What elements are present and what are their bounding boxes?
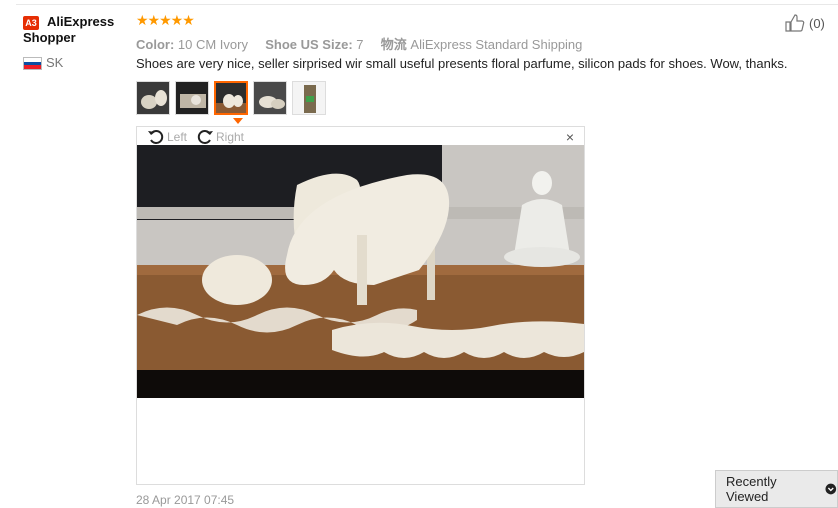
rotate-right-label: Right	[216, 130, 245, 144]
order-details: Color: 10 CM Ivory Shoe US Size: 7 物流 Al…	[136, 34, 582, 53]
star-rating: ★★★★★	[136, 12, 195, 28]
slovakia-flag-icon	[23, 57, 42, 70]
photo-thumbnails	[136, 81, 326, 115]
size-label: Shoe US Size:	[265, 37, 353, 52]
thumbnail-3-selected[interactable]	[214, 81, 248, 115]
recently-viewed-label: Recently Viewed	[726, 474, 777, 504]
thumbnail-5[interactable]	[292, 81, 326, 115]
chevron-down-icon	[825, 483, 837, 495]
recently-viewed-button[interactable]: Recently Viewed	[715, 470, 838, 508]
shipping-value: AliExpress Standard Shipping	[410, 37, 583, 52]
review-date: 28 Apr 2017 07:45	[136, 493, 235, 507]
rotate-left-button[interactable]: Left	[147, 129, 187, 145]
top-divider	[16, 4, 838, 5]
country-code: SK	[46, 55, 64, 70]
color-value: 10 CM Ivory	[177, 37, 248, 52]
color-label: Color:	[136, 37, 175, 52]
selected-thumbnail-caret	[233, 118, 243, 124]
rotate-left-icon	[148, 130, 164, 144]
reviewer-name: AliExpress Shopper	[23, 14, 115, 45]
review-photo	[137, 145, 584, 398]
review-text: Shoes are very nice, seller sirprised wi…	[136, 56, 788, 71]
rotate-left-label: Left	[167, 130, 188, 144]
like-count: (0)	[809, 15, 825, 31]
thumbnail-4[interactable]	[253, 81, 287, 115]
thumbnail-1[interactable]	[136, 81, 170, 115]
size-value: 7	[356, 37, 364, 52]
photo-viewer: Left Right ×	[136, 126, 585, 485]
thumbnail-2[interactable]	[175, 81, 209, 115]
rotate-right-icon	[197, 130, 213, 144]
thumbs-up-icon	[785, 14, 805, 32]
helpful-like-button[interactable]: (0)	[785, 14, 825, 32]
close-viewer-button[interactable]: ×	[566, 129, 574, 145]
rotate-right-button[interactable]: Right	[196, 129, 244, 145]
shipping-label: 物流	[380, 37, 407, 52]
